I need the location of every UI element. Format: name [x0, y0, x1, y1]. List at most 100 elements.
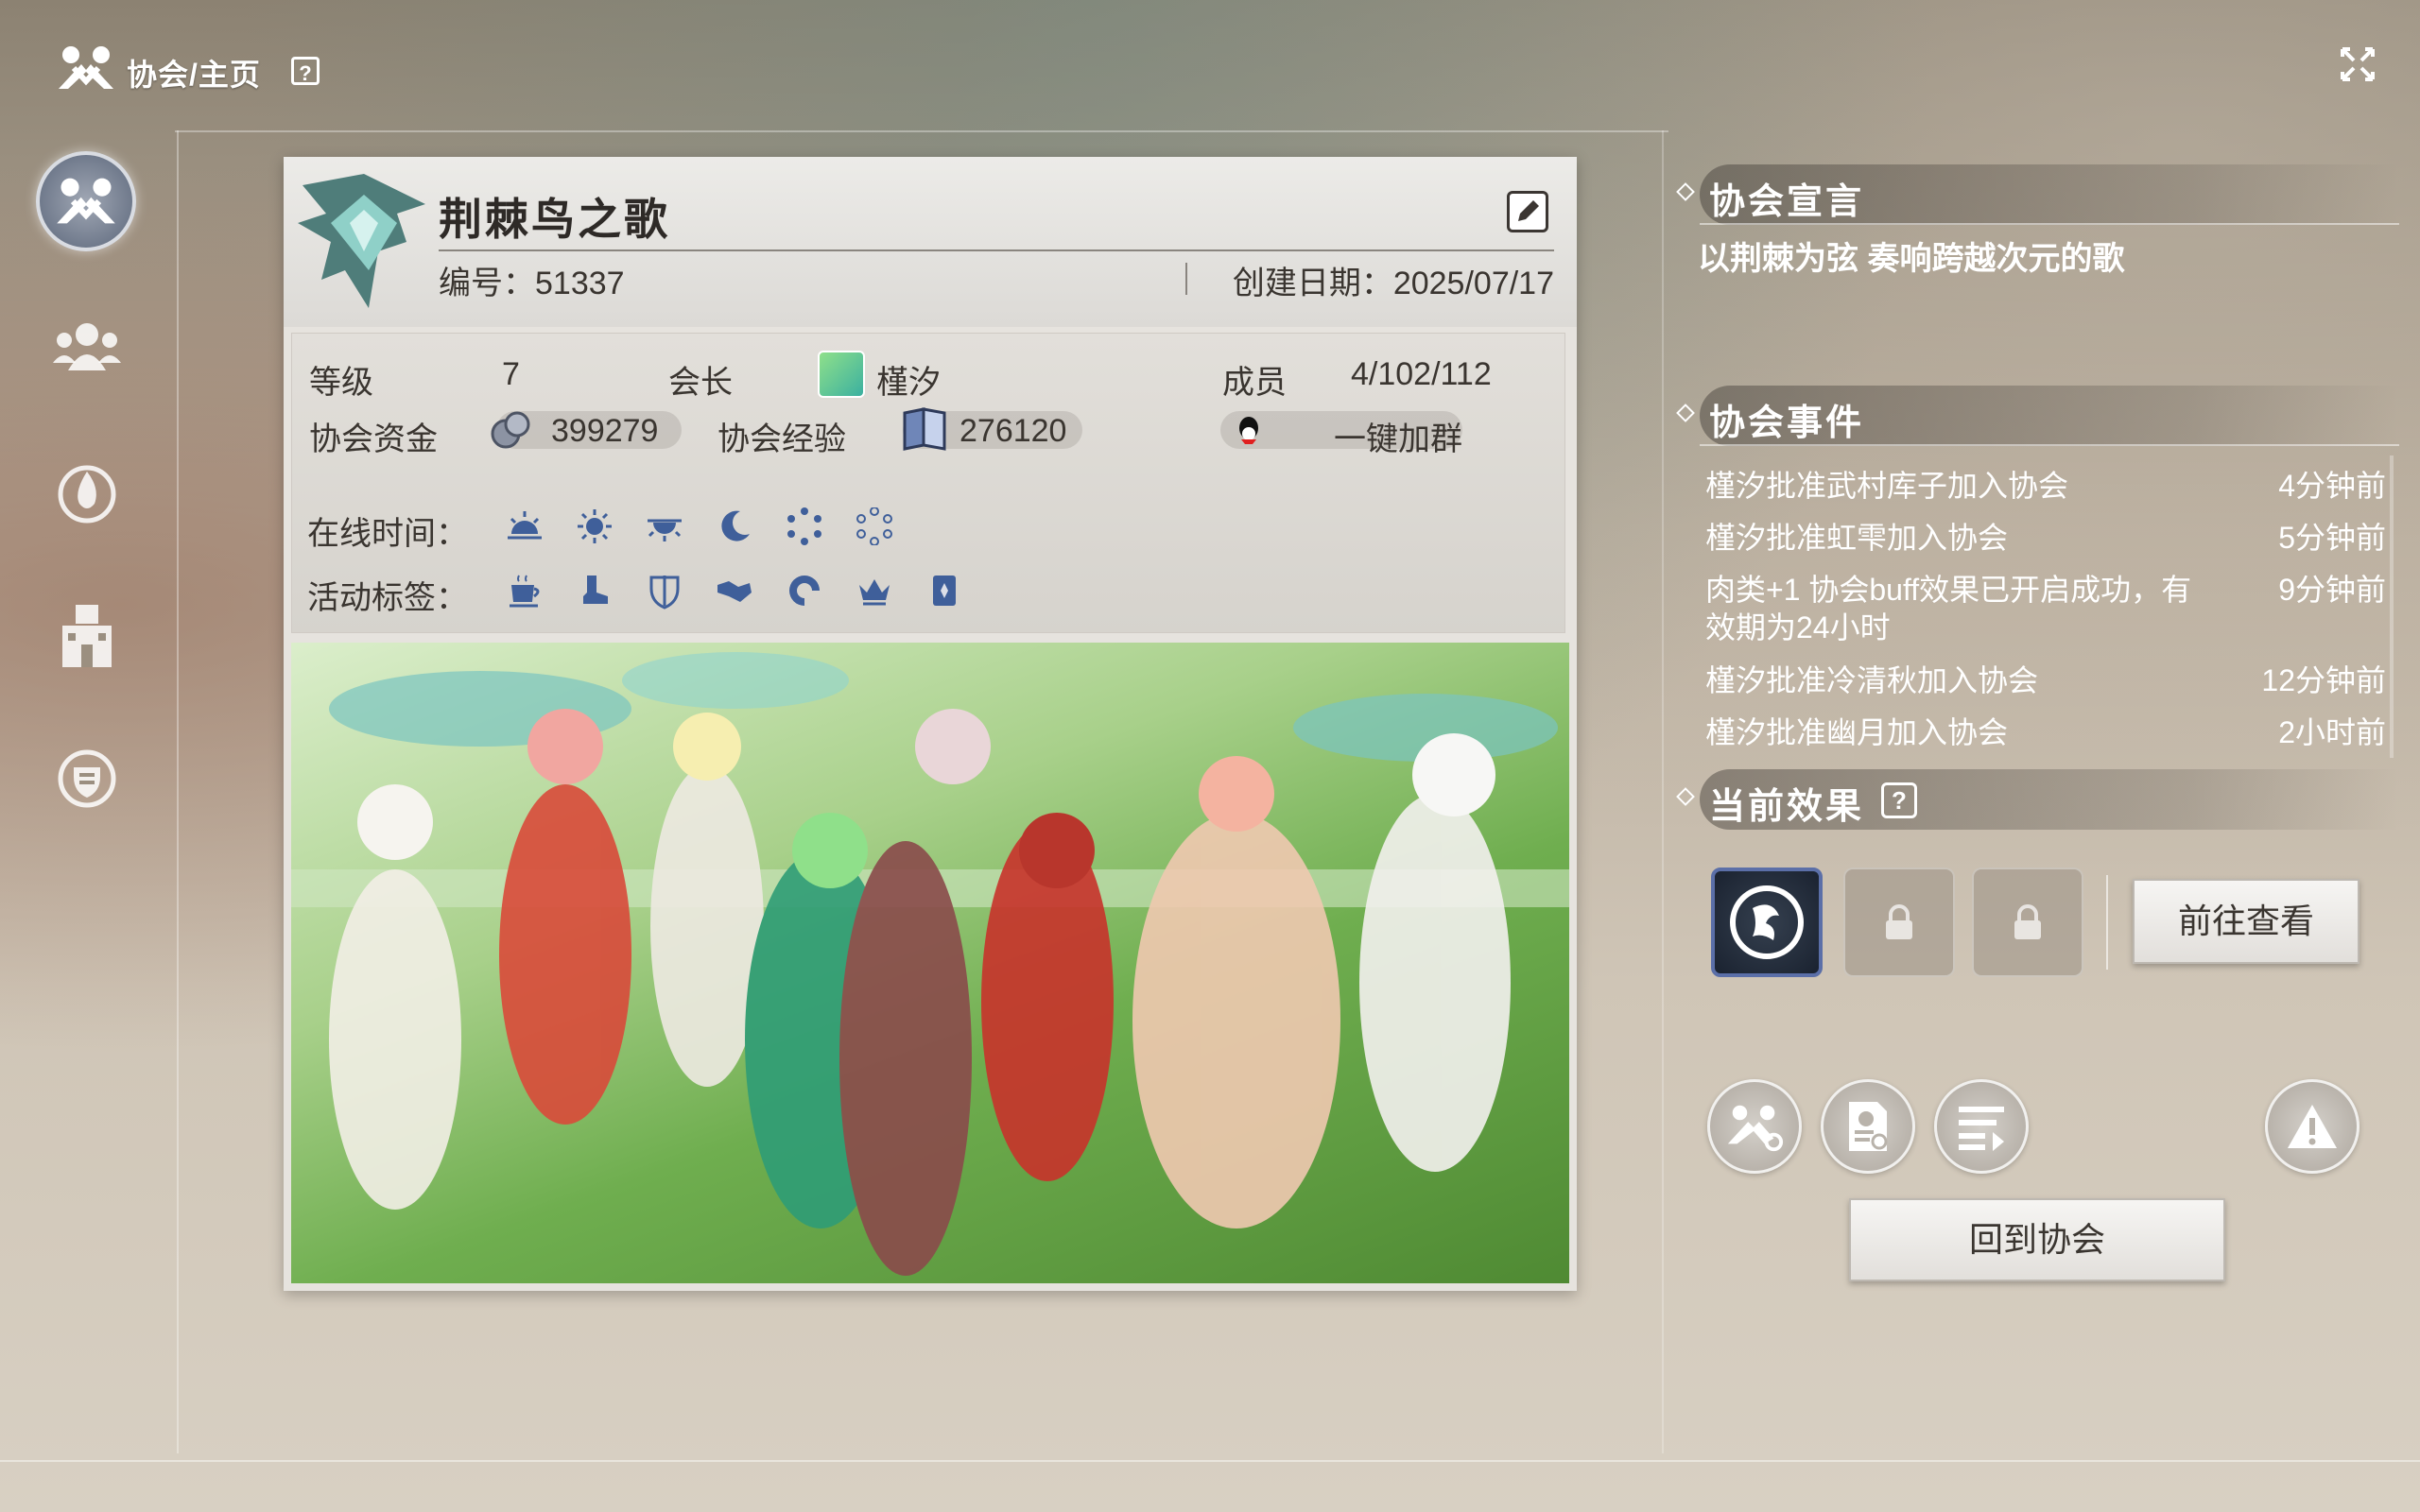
- edit-icon: [1518, 200, 1539, 221]
- handshake-icon: [717, 581, 752, 602]
- declaration-title: 协会宣言: [1709, 182, 1865, 222]
- join-group-label: 一键加群: [1334, 421, 1462, 457]
- effect-slot-locked[interactable]: [1843, 868, 1955, 977]
- leader-avatar[interactable]: [818, 351, 865, 398]
- guild-list-button[interactable]: [1934, 1079, 2029, 1174]
- castle-icon: [62, 605, 112, 667]
- close-icon[interactable]: [2339, 45, 2377, 83]
- event-text: 槿汐批准冷清秋加入协会: [1705, 663, 2039, 697]
- sidebar-item-activity[interactable]: [53, 457, 121, 525]
- sunset-icon: [648, 519, 682, 541]
- members-icon: [53, 323, 121, 370]
- level-label: 等级: [309, 365, 373, 401]
- event-item: 肉类+1 协会buff效果已开启成功，有效期为24小时 9分钟前: [1705, 571, 2386, 646]
- edit-button[interactable]: [1507, 191, 1548, 232]
- declaration-header: 协会宣言: [1676, 164, 2399, 225]
- sunrise-icon: [508, 511, 542, 540]
- divider: [1185, 263, 1187, 295]
- sidebar-item-guild-home[interactable]: [36, 151, 136, 251]
- event-time: 4分钟前: [2278, 469, 2386, 503]
- list-icon: [1959, 1107, 2004, 1151]
- events-title: 协会事件: [1709, 404, 1865, 443]
- guild-info: 等级 7 会长 槿汐 成员 4/102/112 协会资金 399279 协会经验…: [291, 333, 1565, 633]
- divider: [439, 249, 1554, 251]
- event-item: 槿汐批准虹雫加入协会 5分钟前: [1705, 519, 2386, 557]
- guild-icon: [57, 178, 115, 224]
- sidebar-item-shield[interactable]: [53, 745, 121, 813]
- divider: [2106, 875, 2108, 970]
- members-label: 成员: [1222, 365, 1287, 401]
- return-to-guild-button[interactable]: 回到协会: [1849, 1198, 2225, 1281]
- effects-title: 当前效果: [1709, 787, 1865, 827]
- dots-ring-2-icon: [856, 507, 892, 545]
- event-time: 12分钟前: [2261, 663, 2386, 697]
- level-value: 7: [502, 356, 520, 392]
- sun-icon: [578, 509, 612, 543]
- activity-tags-label: 活动标签：: [307, 580, 468, 616]
- moon-icon: [721, 510, 750, 541]
- leader-label: 会长: [668, 365, 733, 401]
- event-text: 槿汐批准虹雫加入协会: [1705, 521, 2009, 555]
- event-text: 槿汐批准武村库子加入协会: [1705, 469, 2069, 503]
- cup-icon: [510, 575, 540, 608]
- created-date: 创建日期：2025/07/17: [1232, 266, 1554, 301]
- guild-banner-image: [291, 643, 1569, 1283]
- exp-book-icon: [903, 407, 946, 451]
- warning-icon: [2288, 1105, 2337, 1148]
- view-effects-button[interactable]: 前往查看: [2133, 879, 2360, 964]
- guild-report-button[interactable]: [1821, 1079, 1915, 1174]
- lock-icon: [2014, 904, 2041, 939]
- exp-value: 276120: [959, 413, 1067, 449]
- event-item: 槿汐批准冷清秋加入协会 12分钟前: [1705, 662, 2386, 699]
- event-time: 5分钟前: [2278, 521, 2386, 555]
- guild-settings-button[interactable]: [1707, 1079, 1802, 1174]
- guild-logo-icon: [59, 46, 113, 89]
- divider: [0, 1460, 2420, 1462]
- sidebar-item-building[interactable]: [53, 601, 121, 669]
- guild-emblem-icon: [298, 174, 425, 308]
- funds-label: 协会资金: [309, 421, 438, 457]
- effect-slot-active[interactable]: [1711, 868, 1823, 977]
- events-header: 协会事件: [1676, 386, 2399, 446]
- top-bar: 协会/主页 ?: [0, 0, 2420, 132]
- effect-slot-locked[interactable]: [1972, 868, 2083, 977]
- qq-icon: [1239, 417, 1258, 444]
- event-item: 槿汐批准幽月加入协会 2小时前: [1705, 713, 2386, 751]
- dots-ring-icon: [787, 507, 821, 545]
- guild-settings-icon: [1727, 1105, 1784, 1152]
- event-time: 2小时前: [2278, 715, 2386, 749]
- leader-name: 槿汐: [876, 365, 941, 401]
- members-value: 4/102/112: [1351, 356, 1492, 392]
- guild-header: 荆棘鸟之歌 编号：51337 创建日期：2025/07/17: [284, 157, 1577, 327]
- shield-icon: [58, 749, 116, 808]
- sidebar-item-members[interactable]: [53, 312, 121, 380]
- effects-header: 当前效果 ?: [1676, 769, 2399, 830]
- event-item: 槿汐批准武村库子加入协会 4分钟前: [1705, 467, 2386, 505]
- effect-buff-icon: [1730, 885, 1804, 959]
- boot-icon: [583, 576, 608, 604]
- event-text: 肉类+1 协会buff效果已开启成功，有效期为24小时: [1705, 573, 2192, 644]
- event-time: 9分钟前: [2278, 573, 2386, 607]
- funds-value: 399279: [551, 413, 659, 449]
- event-text: 槿汐批准幽月加入协会: [1705, 715, 2009, 749]
- guild-id: 编号：51337: [439, 266, 625, 301]
- lock-icon: [1886, 904, 1912, 939]
- coin-icon: [491, 411, 530, 449]
- diamond-icon: [1676, 404, 1695, 422]
- divider: [177, 130, 179, 1453]
- online-time-label: 在线时间：: [307, 516, 468, 552]
- crown-icon: [859, 579, 890, 606]
- shield-sword-icon: [649, 576, 680, 610]
- report-button[interactable]: [2265, 1079, 2360, 1174]
- events-scrollbar[interactable]: [2390, 455, 2394, 758]
- help-button[interactable]: ?: [291, 57, 320, 85]
- document-gear-icon: [1849, 1102, 1888, 1151]
- guild-name: 荆棘鸟之歌: [439, 195, 670, 244]
- breadcrumb: 协会/主页: [127, 58, 261, 92]
- divider: [1700, 444, 2399, 446]
- flame-icon: [58, 465, 116, 524]
- declaration-text: 以荆棘为弦 奏响跨越次元的歌: [1698, 241, 2125, 277]
- diamond-icon: [1676, 787, 1695, 806]
- divider: [175, 130, 1668, 132]
- effects-help-button[interactable]: ?: [1881, 782, 1917, 818]
